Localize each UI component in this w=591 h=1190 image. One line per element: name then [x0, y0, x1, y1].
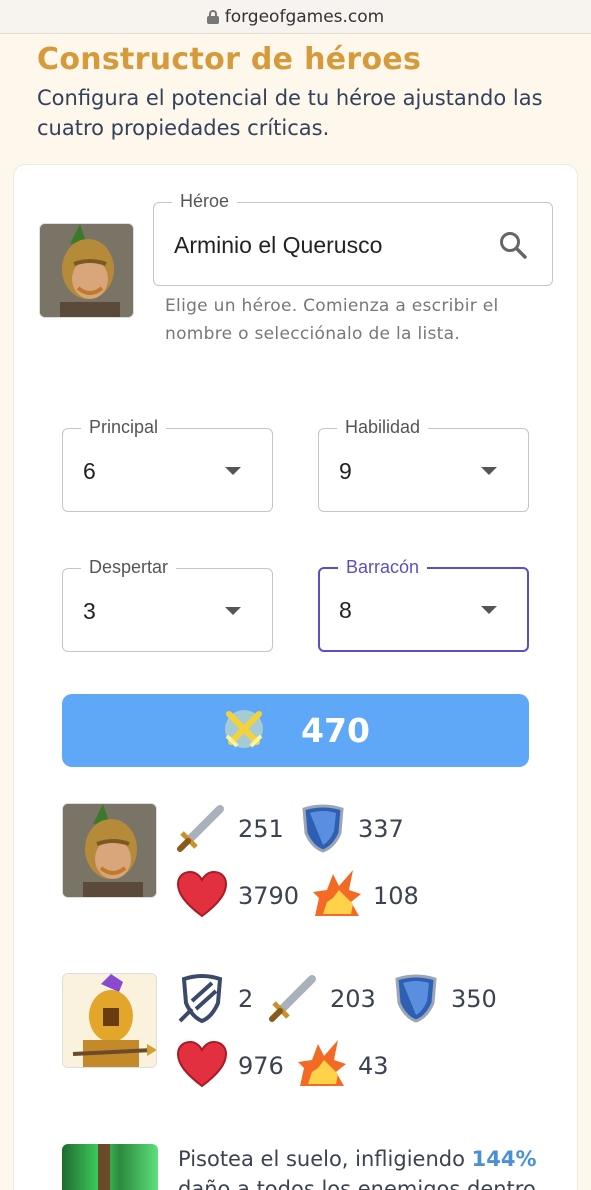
crossed-swords-icon: [221, 706, 267, 756]
hero-portrait: [39, 223, 134, 318]
heart-icon: [176, 1040, 228, 1092]
skill-percent: 144%: [471, 1147, 537, 1171]
skill-icon: [62, 1144, 158, 1190]
hero-defense-value: 337: [358, 815, 404, 843]
hero-health-value: 3790: [238, 882, 300, 910]
chevron-down-icon: [225, 467, 241, 475]
chevron-down-icon: [225, 607, 241, 615]
damage-burst-icon: [313, 868, 363, 922]
select-principal-label: Principal: [81, 417, 167, 438]
select-despertar-value: 3: [83, 598, 96, 624]
unit-defense-value: 350: [451, 985, 497, 1013]
hero-search-input[interactable]: Arminio el Querusco: [174, 232, 382, 259]
sword-icon: [268, 973, 318, 1027]
page-subtitle: Configura el potencial de tu héroe ajust…: [37, 86, 543, 140]
select-barracon-value: 8: [339, 597, 352, 623]
shield-icon: [393, 973, 439, 1027]
select-despertar[interactable]: Despertar 3: [62, 557, 273, 652]
power-value: 470: [301, 711, 370, 750]
hero-stats-portrait: [62, 803, 157, 898]
lock-icon: [206, 9, 219, 24]
unit-armor-value: 2: [238, 985, 254, 1013]
hero-field-helper: Elige un héroe. Comienza a escribir el n…: [165, 296, 499, 344]
unit-health-value: 976: [238, 1052, 284, 1080]
heart-icon: [176, 870, 228, 922]
browser-url-bar[interactable]: forgeofgames.com: [0, 0, 591, 34]
sword-icon: [176, 803, 226, 857]
page-title: Constructor de héroes: [37, 42, 422, 77]
hero-damage-value: 108: [373, 882, 419, 910]
unit-portrait: [62, 973, 157, 1068]
select-barracon-label: Barracón: [338, 557, 428, 578]
shield-icon: [300, 803, 346, 857]
armor-break-icon: [178, 973, 226, 1027]
url-text: forgeofgames.com: [224, 6, 385, 27]
power-button[interactable]: 470: [62, 694, 529, 767]
skill-text-after: daño a todos los enemigos dentro: [178, 1177, 536, 1190]
chevron-down-icon: [481, 606, 497, 614]
select-barracon[interactable]: Barracón 8: [318, 557, 529, 652]
search-icon[interactable]: [498, 230, 528, 264]
select-habilidad-label: Habilidad: [337, 417, 429, 438]
select-habilidad-value: 9: [339, 458, 352, 484]
hero-attack-value: 251: [238, 815, 284, 843]
hero-field-label: Héroe: [172, 191, 238, 212]
chevron-down-icon: [481, 467, 497, 475]
hero-search-field[interactable]: Héroe Arminio el Querusco: [153, 191, 553, 286]
unit-damage-value: 43: [358, 1052, 389, 1080]
damage-burst-icon: [298, 1038, 348, 1092]
select-principal[interactable]: Principal 6: [62, 417, 273, 512]
skill-description: Pisotea el suelo, infligiendo 144% daño …: [178, 1144, 558, 1190]
select-despertar-label: Despertar: [81, 557, 177, 578]
skill-text-before: Pisotea el suelo, infligiendo: [178, 1147, 472, 1171]
select-principal-value: 6: [83, 458, 96, 484]
select-habilidad[interactable]: Habilidad 9: [318, 417, 529, 512]
unit-attack-value: 203: [330, 985, 376, 1013]
